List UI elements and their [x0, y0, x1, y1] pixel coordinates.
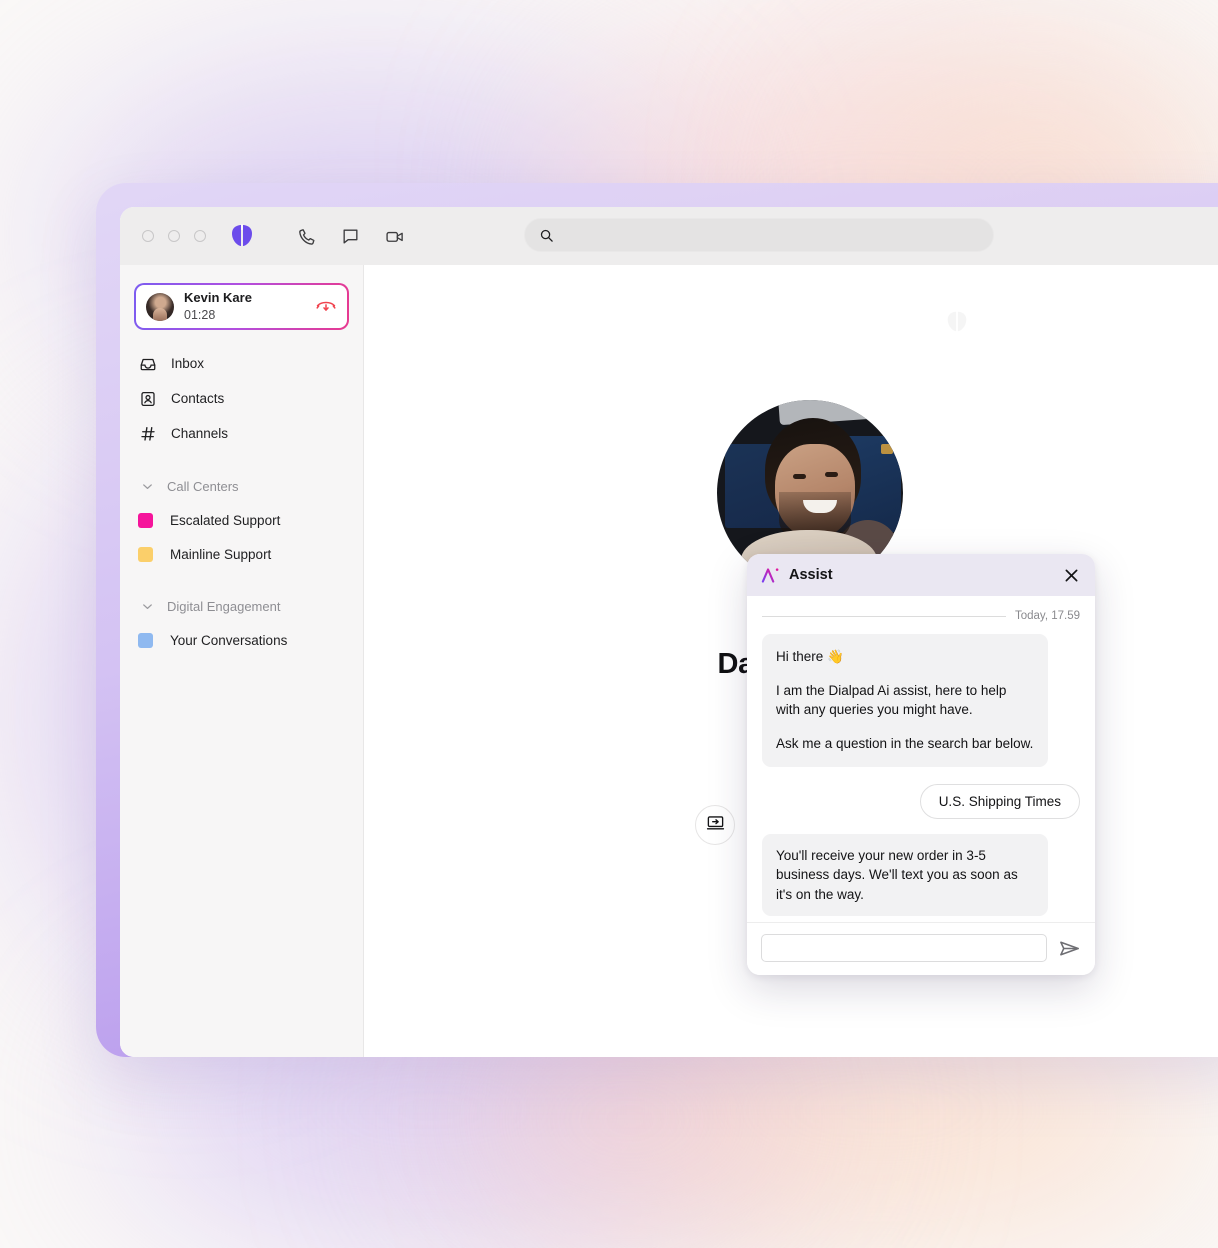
sidebar-item-contacts[interactable]: Contacts — [120, 381, 363, 416]
maximize-window-button[interactable] — [194, 230, 206, 242]
assist-panel-title: Assist — [789, 567, 833, 583]
assistant-message-bubble: Hi there 👋 I am the Dialpad Ai assist, h… — [762, 634, 1048, 767]
transfer-call-button[interactable] — [695, 805, 735, 845]
search-bar[interactable] — [524, 218, 994, 252]
color-swatch — [138, 512, 153, 528]
chevron-down-icon[interactable] — [136, 479, 158, 494]
sidebar-item-label: Contacts — [171, 391, 225, 406]
close-window-button[interactable] — [142, 230, 154, 242]
window-body: Kevin Kare 01:28 Inbox Contacts Channels… — [120, 265, 1218, 1057]
sidebar: Kevin Kare 01:28 Inbox Contacts Channels… — [120, 265, 364, 1057]
ai-logo-icon — [761, 567, 779, 583]
sidebar-item-label: Escalated Support — [170, 512, 281, 528]
divider-line — [762, 615, 1006, 617]
active-call-name: Kevin Kare — [184, 289, 252, 305]
search-input[interactable] — [563, 227, 959, 243]
sidebar-item-escalated-support[interactable]: Escalated Support — [120, 503, 363, 537]
message-paragraph: Ask me a question in the search bar belo… — [776, 736, 1034, 752]
sidebar-item-your-conversations[interactable]: Your Conversations — [120, 623, 363, 657]
video-icon[interactable] — [384, 227, 406, 246]
avatar — [146, 292, 174, 321]
hash-icon — [138, 425, 158, 443]
color-swatch — [138, 546, 153, 562]
sidebar-item-label: Your Conversations — [170, 632, 288, 648]
message-paragraph: I am the Dialpad Ai assist, here to help… — [776, 683, 1007, 718]
assist-panel-header: Assist — [747, 554, 1095, 596]
app-window: Kevin Kare 01:28 Inbox Contacts Channels… — [120, 207, 1218, 1057]
active-call-card[interactable]: Kevin Kare 01:28 — [134, 283, 349, 330]
send-icon[interactable] — [1058, 937, 1081, 960]
close-icon[interactable] — [1062, 566, 1081, 585]
sidebar-group-label: Digital Engagement — [167, 598, 281, 614]
sidebar-group-label: Call Centers — [167, 478, 239, 494]
call-detail-panel: Ai Enabled Danny Cortes 555-567-5309 01:… — [364, 265, 1218, 1057]
user-message-bubble: U.S. Shipping Times — [919, 783, 1080, 819]
assist-message-list: Today, 17.59 Hi there 👋 I am the Dialpad… — [747, 596, 1095, 922]
dialpad-logo-icon — [232, 224, 252, 246]
active-call-duration: 01:28 — [184, 308, 216, 323]
message-paragraph: Hi there 👋 — [776, 649, 844, 664]
titlebar-actions — [298, 227, 406, 246]
sidebar-group-digital-engagement[interactable]: Digital Engagement — [120, 589, 363, 623]
inbox-icon — [138, 355, 158, 373]
message-timestamp-divider: Today, 17.59 — [762, 610, 1080, 622]
message-icon[interactable] — [341, 227, 360, 246]
app-window-frame: Kevin Kare 01:28 Inbox Contacts Channels… — [96, 183, 1218, 1057]
titlebar — [120, 207, 1218, 265]
color-swatch — [138, 632, 153, 648]
assistant-message-bubble: You'll receive your new order in 3-5 bus… — [762, 833, 1048, 917]
ai-assist-panel: Assist Today, 17.59 Hi there 👋 I am the … — [747, 554, 1095, 975]
sidebar-group-call-centers[interactable]: Call Centers — [120, 469, 363, 503]
window-traffic-lights — [142, 230, 206, 242]
screen-transfer-icon — [706, 813, 725, 837]
assist-message-input[interactable] — [761, 934, 1047, 962]
phone-icon[interactable] — [298, 227, 317, 246]
minimize-window-button[interactable] — [168, 230, 180, 242]
sidebar-item-inbox[interactable]: Inbox — [120, 346, 363, 381]
sidebar-item-label: Mainline Support — [170, 546, 272, 562]
sidebar-item-label: Inbox — [171, 356, 205, 371]
search-icon — [540, 229, 553, 242]
chevron-down-icon[interactable] — [136, 599, 158, 614]
dialpad-watermark-icon — [947, 311, 967, 332]
sidebar-item-channels[interactable]: Channels — [120, 416, 363, 451]
sidebar-item-mainline-support[interactable]: Mainline Support — [120, 537, 363, 571]
hangup-icon[interactable] — [315, 295, 337, 318]
user-message-row: U.S. Shipping Times — [762, 783, 1080, 819]
sidebar-item-label: Channels — [171, 426, 229, 441]
timestamp-label: Today, 17.59 — [1014, 610, 1080, 622]
contacts-icon — [138, 390, 158, 408]
assist-composer — [747, 922, 1095, 975]
